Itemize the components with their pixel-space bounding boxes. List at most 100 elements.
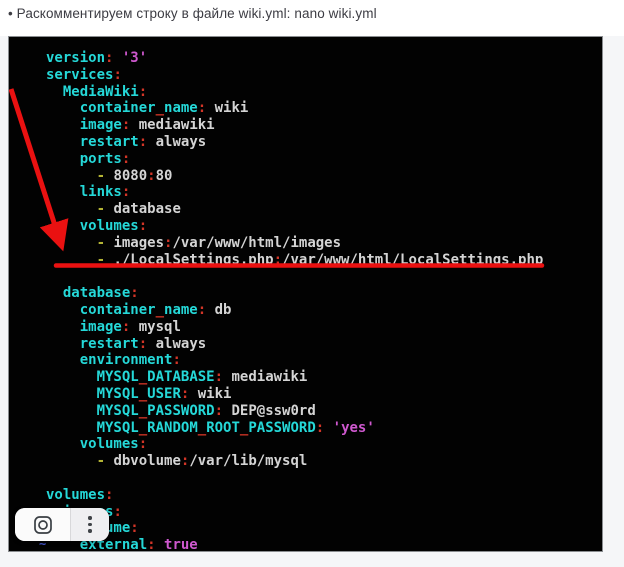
code-token: : [139,436,147,452]
code-token: DEP@ssw0rd [223,403,316,419]
code-token: : [198,100,206,116]
terminal-code: version: '3'services: MediaWiki: contain… [46,50,543,552]
code-token: : [172,352,180,368]
code-token: true [156,537,198,552]
code-token: environment [80,352,173,368]
code-line: MediaWiki: [46,84,543,101]
code-token: : [122,151,130,167]
code-line [46,268,543,285]
code-token: : [139,134,147,150]
code-token: MYSQL [97,369,139,385]
kebab-menu-icon [88,516,91,532]
code-token: PASSWORD [248,420,315,436]
code-token: USER [147,386,181,402]
code-token: DATABASE [147,369,214,385]
image-options-button[interactable] [71,508,109,541]
code-line: MYSQL_USER: wiki [46,386,543,403]
code-token: : [130,520,138,536]
code-token [46,218,80,234]
code-token: version [46,50,105,66]
code-token: database [113,201,180,217]
code-token: name [164,302,198,318]
code-token: mediawiki [223,369,307,385]
code-token [46,151,80,167]
code-token: services [46,67,113,83]
code-token [46,184,80,200]
code-line: - dbvolume:/var/lib/mysql [46,453,543,470]
code-line: version: '3' [46,50,543,67]
code-token [46,235,97,251]
code-line [46,470,543,487]
code-token [46,453,97,469]
code-line: external: true [46,537,543,552]
code-line: ports: [46,151,543,168]
code-line: database: [46,285,543,302]
code-token: : [130,285,138,301]
code-token: _ [156,302,164,318]
code-line: - 8080:80 [46,168,543,185]
code-line: volumes: [46,436,543,453]
code-line: container_name: db [46,302,543,319]
code-token [46,386,97,402]
terminal-screenshot: version: '3'services: MediaWiki: contain… [8,36,603,552]
code-token: /var/lib/mysql [189,453,307,469]
code-line: MYSQL_PASSWORD: DEP@ssw0rd [46,403,543,420]
code-token: MYSQL [97,386,139,402]
code-token: 'yes' [324,420,375,436]
code-line: volumes: [46,487,543,504]
code-token [46,285,63,301]
code-token: : [215,403,223,419]
code-token: mediawiki [130,117,214,133]
code-token [46,403,97,419]
code-token: - [97,453,114,469]
code-token: _ [198,420,206,436]
code-token: restart [80,134,139,150]
code-token: RANDOM [147,420,198,436]
code-line: restart: always [46,336,543,353]
code-line: - images:/var/www/html/images [46,235,543,252]
code-token [46,84,63,100]
code-token: : [316,420,324,436]
code-token: volumes [46,487,105,503]
code-line: dbvolume: [46,520,543,537]
code-line: MYSQL_RANDOM_ROOT_PASSWORD: 'yes' [46,420,543,437]
code-line: - database [46,201,543,218]
code-line: images: [46,504,543,521]
code-token: : [139,218,147,234]
code-line: - ./LocalSettings.php:/var/www/html/Loca… [46,252,543,269]
code-line: volumes: [46,218,543,235]
code-token: _ [139,386,147,402]
code-token [46,319,80,335]
code-token [46,352,80,368]
code-token [46,252,97,268]
code-token: MYSQL [97,420,139,436]
code-token: /var/www/html/images [172,235,341,251]
code-token [46,201,97,217]
code-token: restart [80,336,139,352]
code-token: - [97,168,114,184]
code-token: _ [139,420,147,436]
image-hover-toolbar [15,508,109,541]
code-token [46,369,97,385]
note-bullet-text: • Раскомментируем строку в файле wiki.ym… [8,6,377,21]
code-token: image [80,117,122,133]
code-token: volumes [80,218,139,234]
code-token: : [215,369,223,385]
code-token: _ [139,403,147,419]
code-token: PASSWORD [147,403,214,419]
code-line: services: [46,67,543,84]
code-line: MYSQL_DATABASE: mediawiki [46,369,543,386]
code-token: : [122,184,130,200]
code-token: wiki [206,100,248,116]
code-token: : [113,504,121,520]
code-token: : [198,302,206,318]
code-token [46,302,80,318]
code-token: : [105,487,113,503]
code-token: : [139,84,147,100]
code-token: images [113,235,164,251]
lens-search-button[interactable] [15,508,70,541]
code-token: - [97,201,114,217]
code-token: database [63,285,130,301]
code-token: name [164,100,198,116]
code-token: MYSQL [97,403,139,419]
